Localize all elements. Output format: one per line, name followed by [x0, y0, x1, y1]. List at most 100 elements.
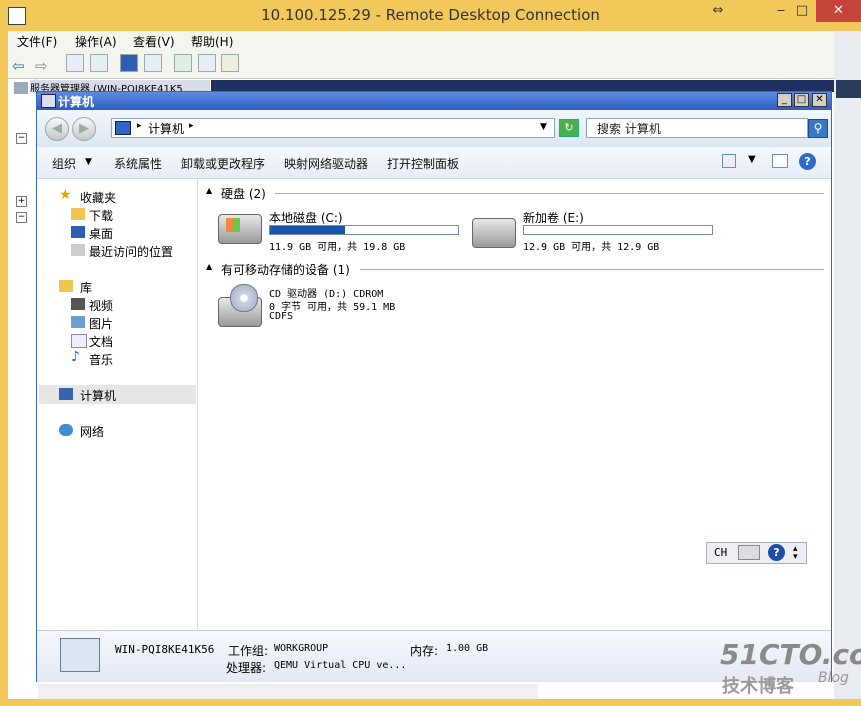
- server-manager-right-header: [836, 80, 861, 98]
- view-options-icon[interactable]: [722, 154, 736, 168]
- forward-icon[interactable]: ⇨: [35, 57, 48, 75]
- tree-expander[interactable]: −: [16, 212, 27, 223]
- drive-c-name[interactable]: 本地磁盘 (C:): [269, 209, 343, 226]
- downloads-icon: [71, 208, 85, 220]
- library-icon: [59, 280, 73, 292]
- open-control-panel-button[interactable]: 打开控制面板: [387, 155, 459, 172]
- cd-disc-icon: [230, 284, 258, 312]
- collapse-icon[interactable]: ▲: [206, 262, 212, 271]
- keyboard-icon[interactable]: [738, 545, 760, 560]
- group-divider: [360, 269, 824, 270]
- computer-icon: [41, 94, 56, 108]
- help-book-icon[interactable]: [120, 54, 138, 72]
- uninstall-program-button[interactable]: 卸载或更改程序: [181, 155, 265, 172]
- refresh-icon[interactable]: [174, 54, 192, 72]
- help-icon[interactable]: ?: [799, 153, 816, 170]
- drive-e-name[interactable]: 新加卷 (E:): [523, 209, 584, 226]
- tree-expander[interactable]: −: [16, 133, 27, 144]
- computer-name: WIN-PQI8KE41K56: [115, 643, 215, 656]
- memory-value: 1.00 GB: [446, 643, 489, 654]
- system-properties-button[interactable]: 系统属性: [114, 155, 162, 172]
- drive-e-usage-bar: [523, 225, 713, 235]
- chevron-down-icon[interactable]: ▼: [748, 154, 756, 165]
- breadcrumb-chevron-icon[interactable]: ▸: [137, 121, 142, 131]
- export-icon[interactable]: [198, 54, 216, 72]
- menu-help[interactable]: 帮助(H): [191, 33, 233, 50]
- windows-drive-icon[interactable]: [218, 214, 262, 244]
- properties-icon[interactable]: [144, 54, 162, 72]
- drive-icon[interactable]: [472, 218, 516, 248]
- help-icon[interactable]: ?: [768, 544, 785, 561]
- nav-network[interactable]: 网络: [80, 423, 104, 440]
- close-button[interactable]: ✕: [812, 93, 827, 107]
- menu-view[interactable]: 查看(V): [133, 33, 175, 50]
- cpu-value: QEMU Virtual CPU ve...: [274, 660, 407, 671]
- console-tree-icon[interactable]: [90, 54, 108, 72]
- breadcrumb-chevron-icon[interactable]: ▸: [189, 121, 194, 131]
- watermark-blog: Blog: [818, 670, 849, 686]
- drive-c-usage-bar: [269, 225, 459, 235]
- nav-desktop[interactable]: 桌面: [89, 225, 113, 242]
- workgroup-value: WORKGROUP: [274, 643, 329, 654]
- star-icon: ★: [59, 187, 72, 203]
- computer-icon: [59, 388, 73, 400]
- restore-size-icon[interactable]: ⇔: [703, 0, 733, 22]
- desktop-icon: [71, 226, 85, 238]
- chevron-down-icon[interactable]: ▼: [540, 122, 547, 132]
- drive-c-info: 11.9 GB 可用，共 19.8 GB: [269, 242, 406, 253]
- computer-icon: [60, 638, 100, 672]
- nav-videos[interactable]: 视频: [89, 297, 113, 314]
- documents-icon: [71, 334, 87, 348]
- search-placeholder: 搜索 计算机: [597, 122, 661, 136]
- options-chevron-icon[interactable]: ▴ ▾: [793, 545, 798, 562]
- tree-expander[interactable]: +: [16, 196, 27, 207]
- menu-file[interactable]: 文件(F): [17, 33, 57, 50]
- language-indicator[interactable]: CH: [714, 546, 727, 559]
- explorer-titlebar[interactable]: [37, 92, 831, 110]
- group-header-hard-disks[interactable]: 硬盘 (2): [221, 185, 266, 202]
- nav-pictures[interactable]: 图片: [89, 315, 113, 332]
- cd-drive-fs: CDFS: [269, 311, 294, 322]
- group-header-removable[interactable]: 有可移动存储的设备 (1): [221, 261, 350, 278]
- pictures-icon: [71, 316, 85, 328]
- preview-pane-icon[interactable]: [772, 154, 788, 168]
- nav-music[interactable]: 音乐: [89, 351, 113, 368]
- music-icon: ♪: [71, 349, 80, 365]
- chevron-down-icon[interactable]: ▼: [85, 157, 92, 167]
- server-icon: [14, 82, 28, 94]
- back-icon[interactable]: ⇦: [12, 57, 25, 75]
- server-manager-menubar: [8, 31, 834, 51]
- maximize-button[interactable]: □: [790, 0, 814, 22]
- server-manager-statusbar: [38, 684, 538, 699]
- up-folder-icon[interactable]: [66, 54, 84, 72]
- explorer-title: 计算机: [58, 95, 95, 109]
- maximize-button[interactable]: □: [794, 93, 809, 107]
- nav-favorites[interactable]: 收藏夹: [80, 189, 116, 206]
- map-network-drive-button[interactable]: 映射网络驱动器: [284, 155, 368, 172]
- nav-computer[interactable]: 计算机: [80, 387, 116, 404]
- nav-downloads[interactable]: 下载: [89, 207, 113, 224]
- group-divider: [275, 193, 824, 194]
- watermark-site: 51CTO.com: [720, 638, 861, 671]
- organize-button[interactable]: 组织: [52, 155, 76, 172]
- minimize-button[interactable]: _: [777, 93, 792, 107]
- close-button[interactable]: ✕: [816, 0, 861, 22]
- nav-libraries[interactable]: 库: [80, 279, 92, 296]
- refresh-button[interactable]: ↻: [559, 119, 579, 137]
- forward-button[interactable]: ▶: [72, 117, 96, 141]
- watermark-sub: 技术博客: [722, 676, 794, 697]
- breadcrumb[interactable]: 计算机: [148, 120, 184, 137]
- workgroup-label: 工作组:: [228, 644, 269, 658]
- nav-recent-places[interactable]: 最近访问的位置: [89, 243, 173, 260]
- cpu-label: 处理器:: [226, 661, 267, 675]
- nav-documents[interactable]: 文档: [89, 333, 113, 350]
- drive-c-usage-fill: [270, 226, 346, 234]
- drive-e-info: 12.9 GB 可用，共 12.9 GB: [523, 242, 660, 253]
- computer-icon: [115, 121, 131, 135]
- options-icon[interactable]: [221, 54, 239, 72]
- collapse-icon[interactable]: ▲: [206, 186, 212, 195]
- search-icon[interactable]: ⚲: [808, 119, 828, 138]
- windows-logo-icon: [226, 218, 240, 232]
- back-button[interactable]: ◀: [45, 117, 69, 141]
- menu-action[interactable]: 操作(A): [75, 33, 117, 50]
